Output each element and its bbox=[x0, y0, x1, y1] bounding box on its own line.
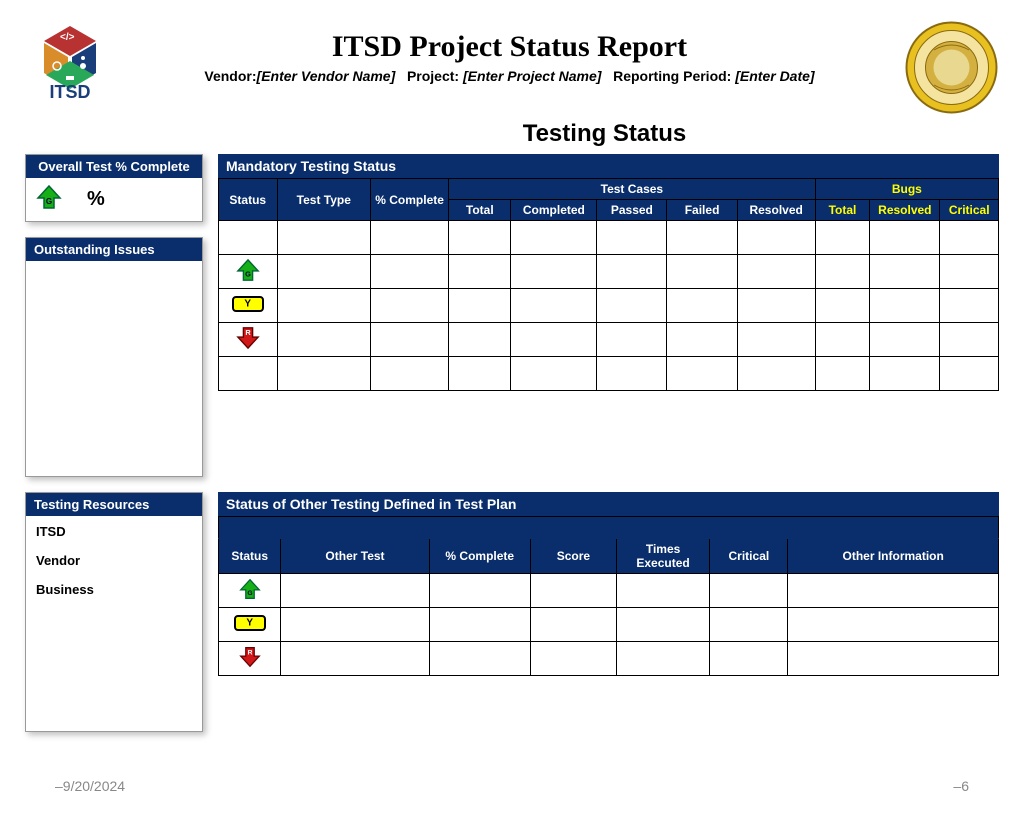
status-green-up-icon: G bbox=[36, 184, 62, 215]
testing-resources-header: Testing Resources bbox=[26, 493, 202, 516]
svg-text:R: R bbox=[245, 328, 251, 337]
col2-pctcomplete: % Complete bbox=[429, 539, 530, 574]
footer-page: –6 bbox=[953, 778, 969, 794]
col-testtype: Test Type bbox=[277, 179, 371, 221]
col-resolved: Resolved bbox=[737, 200, 815, 221]
col2-score: Score bbox=[530, 539, 616, 574]
footer-date: –9/20/2024 bbox=[55, 778, 125, 794]
svg-text:G: G bbox=[245, 269, 251, 278]
col-status: Status bbox=[219, 179, 278, 221]
page-title: ITSD Project Status Report bbox=[125, 30, 894, 64]
table-row: G bbox=[219, 574, 999, 608]
table-row bbox=[219, 289, 999, 323]
col2-otherinfo: Other Information bbox=[788, 539, 999, 574]
col-passed: Passed bbox=[597, 200, 667, 221]
svg-text:G: G bbox=[247, 590, 252, 597]
svg-text:ITSD: ITSD bbox=[49, 82, 90, 102]
outstanding-issues-panel: Outstanding Issues bbox=[25, 237, 203, 477]
other-testing-title: Status of Other Testing Defined in Test … bbox=[218, 492, 999, 516]
col2-times: Times Executed bbox=[616, 539, 710, 574]
mandatory-testing-table: Mandatory Testing Status Status Test Typ… bbox=[218, 154, 999, 391]
col-btotal: Total bbox=[815, 200, 870, 221]
table-row: R bbox=[219, 642, 999, 676]
col2-critical: Critical bbox=[710, 539, 788, 574]
resource-item: Vendor bbox=[36, 553, 192, 568]
col-completed: Completed bbox=[511, 200, 597, 221]
header-subline: Vendor:[Enter Vendor Name] Project: [Ent… bbox=[125, 68, 894, 84]
report-header: </> ITSD ITSD Project Status Report Vend… bbox=[25, 20, 999, 115]
status-yellow-icon bbox=[232, 296, 264, 312]
status-green-up-icon: G bbox=[236, 258, 260, 285]
state-seal-icon bbox=[904, 20, 999, 115]
col-group-testcases: Test Cases bbox=[449, 179, 816, 200]
table-row bbox=[219, 221, 999, 255]
col-failed: Failed bbox=[667, 200, 737, 221]
page-footer: –9/20/2024 –6 bbox=[55, 778, 969, 794]
mandatory-testing-title: Mandatory Testing Status bbox=[218, 154, 999, 178]
col2-status: Status bbox=[219, 539, 281, 574]
status-red-down-icon: R bbox=[236, 326, 260, 353]
status-green-up-icon: G bbox=[239, 578, 261, 603]
overall-complete-panel: Overall Test % Complete G % bbox=[25, 154, 203, 222]
itsd-logo: </> ITSD bbox=[25, 20, 115, 105]
section-title: Testing Status bbox=[210, 120, 999, 148]
col-total: Total bbox=[449, 200, 511, 221]
outstanding-issues-header: Outstanding Issues bbox=[26, 238, 202, 261]
svg-text:G: G bbox=[46, 197, 52, 206]
other-testing-table: Status of Other Testing Defined in Test … bbox=[218, 492, 999, 676]
svg-text:R: R bbox=[247, 649, 252, 656]
overall-complete-header: Overall Test % Complete bbox=[26, 155, 202, 178]
col-bcritical: Critical bbox=[940, 200, 999, 221]
col-pctcomplete: % Complete bbox=[371, 179, 449, 221]
resource-item: Business bbox=[36, 582, 192, 597]
col-bresolved: Resolved bbox=[870, 200, 940, 221]
status-yellow-icon bbox=[234, 615, 266, 631]
table-row: R bbox=[219, 323, 999, 357]
table-row bbox=[219, 357, 999, 391]
svg-text:</>: </> bbox=[60, 32, 75, 43]
col2-othertest: Other Test bbox=[281, 539, 429, 574]
status-red-down-icon: R bbox=[239, 646, 261, 671]
resource-item: ITSD bbox=[36, 524, 192, 539]
overall-percent-value: % bbox=[87, 188, 105, 211]
table-row: G bbox=[219, 255, 999, 289]
testing-resources-panel: Testing Resources ITSD Vendor Business bbox=[25, 492, 203, 732]
col-group-bugs: Bugs bbox=[815, 179, 998, 200]
table-row bbox=[219, 608, 999, 642]
